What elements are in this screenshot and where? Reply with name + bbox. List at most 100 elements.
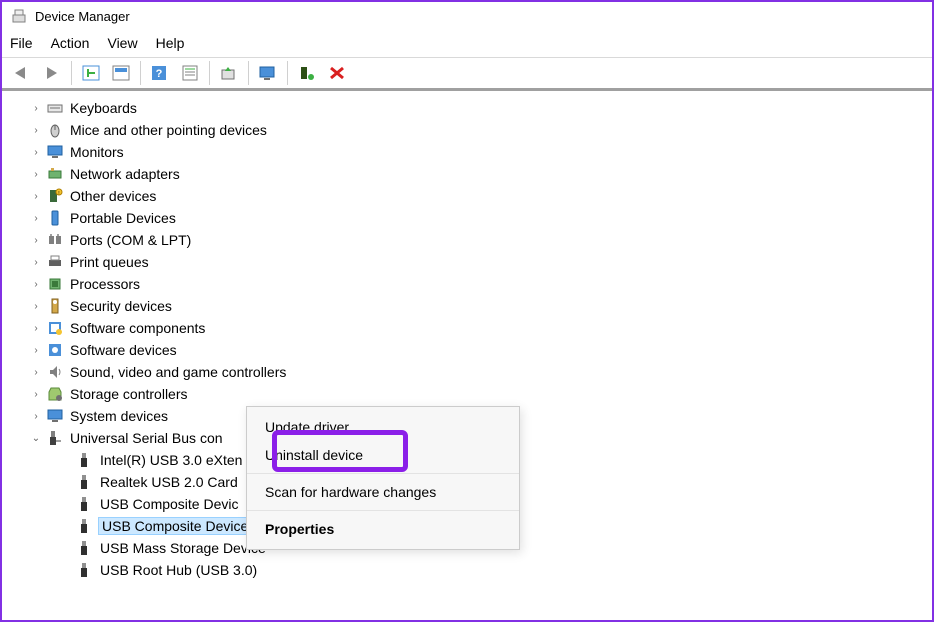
chevron-right-icon[interactable]: › [30, 279, 42, 290]
update-driver-button[interactable] [215, 60, 243, 86]
chevron-right-icon[interactable]: › [30, 169, 42, 180]
tree-category-label: Network adapters [68, 166, 180, 182]
usb-plug-icon [76, 540, 94, 556]
tree-category[interactable]: ›! Other devices [2, 185, 932, 207]
usb-plug-icon [76, 562, 94, 578]
tree-category-label: Portable Devices [68, 210, 176, 226]
scan-button[interactable] [254, 60, 282, 86]
usb-controller-icon [46, 430, 64, 446]
chevron-right-icon[interactable]: › [30, 301, 42, 312]
software-device-icon [46, 342, 64, 358]
tree-category[interactable]: › Software components [2, 317, 932, 339]
action-center-icon [112, 65, 130, 81]
back-arrow-icon [12, 65, 32, 81]
chevron-right-icon[interactable]: › [30, 103, 42, 114]
chevron-right-icon[interactable]: › [30, 411, 42, 422]
tree-category-label: System devices [68, 408, 168, 424]
menu-file[interactable]: File [10, 35, 33, 51]
tree-category-label: Keyboards [68, 100, 137, 116]
usb-plug-icon [76, 518, 94, 534]
tree-category[interactable]: › Storage controllers [2, 383, 932, 405]
help-button[interactable]: ? [146, 60, 174, 86]
tree-category[interactable]: ›Monitors [2, 141, 932, 163]
svg-text:!: ! [58, 191, 59, 197]
chevron-right-icon[interactable]: › [30, 367, 42, 378]
ports-icon [46, 232, 64, 248]
tree-category-label: Storage controllers [68, 386, 188, 402]
forward-button[interactable] [38, 60, 66, 86]
tree-category[interactable]: › Keyboards [2, 97, 932, 119]
chevron-right-icon[interactable]: › [30, 125, 42, 136]
tree-category[interactable]: › Sound, video and game controllers [2, 361, 932, 383]
toolbar-separator [140, 61, 141, 85]
tree-category-label: Mice and other pointing devices [68, 122, 267, 138]
chevron-right-icon[interactable]: › [30, 191, 42, 202]
back-button[interactable] [8, 60, 36, 86]
tree-category[interactable]: ›Ports (COM & LPT) [2, 229, 932, 251]
chevron-right-icon[interactable]: › [30, 147, 42, 158]
keyboard-icon [46, 100, 64, 116]
network-adapter-icon [46, 166, 64, 182]
window-title: Device Manager [35, 9, 130, 24]
context-properties[interactable]: Properties [247, 515, 519, 543]
tree-device-label: USB Root Hub (USB 3.0) [98, 562, 257, 578]
action-center-button[interactable] [107, 60, 135, 86]
chevron-right-icon[interactable]: › [30, 257, 42, 268]
uninstall-button[interactable] [323, 60, 351, 86]
show-hidden-button[interactable] [77, 60, 105, 86]
scan-monitor-icon [259, 65, 277, 81]
software-component-icon [46, 320, 64, 336]
system-device-icon [46, 408, 64, 424]
usb-plug-icon [76, 496, 94, 512]
tree-category[interactable]: ›Processors [2, 273, 932, 295]
show-hidden-icon [82, 65, 100, 81]
forward-arrow-icon [42, 65, 62, 81]
menu-help[interactable]: Help [156, 35, 185, 51]
menu-view[interactable]: View [107, 35, 137, 51]
tree-category[interactable]: › Software devices [2, 339, 932, 361]
context-menu: Update driver Uninstall device Scan for … [246, 406, 520, 550]
sound-icon [46, 364, 64, 380]
properties-sheet-icon [181, 65, 199, 81]
tree-category[interactable]: › Portable Devices [2, 207, 932, 229]
add-legacy-icon [298, 65, 316, 81]
tree-category-label: Other devices [68, 188, 156, 204]
chevron-right-icon[interactable]: › [30, 389, 42, 400]
chevron-right-icon[interactable]: › [30, 213, 42, 224]
tree-device-label: Realtek USB 2.0 Card [98, 474, 238, 490]
tree-device-label: Intel(R) USB 3.0 eXten [98, 452, 242, 468]
context-separator [247, 510, 519, 511]
chevron-right-icon[interactable]: › [30, 323, 42, 334]
context-scan-hardware[interactable]: Scan for hardware changes [247, 478, 519, 506]
tree-category[interactable]: › Print queues [2, 251, 932, 273]
storage-icon [46, 386, 64, 402]
toolbar-separator [287, 61, 288, 85]
tree-device-label: USB Composite Devic [98, 496, 239, 512]
chevron-right-icon[interactable]: › [30, 235, 42, 246]
other-device-icon: ! [46, 188, 64, 204]
portable-device-icon [46, 210, 64, 226]
update-driver-icon [220, 65, 238, 81]
monitor-icon [46, 144, 64, 160]
tree-device[interactable]: USB Root Hub (USB 3.0) [2, 559, 932, 581]
tree-category[interactable]: › Network adapters [2, 163, 932, 185]
tree-category-label: Software components [68, 320, 205, 336]
properties-button[interactable] [176, 60, 204, 86]
tree-category-label: Print queues [68, 254, 149, 270]
context-uninstall-device[interactable]: Uninstall device [247, 441, 519, 469]
add-legacy-button[interactable] [293, 60, 321, 86]
svg-text:?: ? [156, 68, 163, 80]
help-icon: ? [151, 65, 169, 81]
printer-icon [46, 254, 64, 270]
tree-category-label: Sound, video and game controllers [68, 364, 286, 380]
tree-category-label: Software devices [68, 342, 177, 358]
usb-plug-icon [76, 474, 94, 490]
tree-category[interactable]: ›Security devices [2, 295, 932, 317]
menu-action[interactable]: Action [51, 35, 90, 51]
chevron-right-icon[interactable]: › [30, 345, 42, 356]
tree-category[interactable]: › Mice and other pointing devices [2, 119, 932, 141]
titlebar: Device Manager [2, 2, 932, 30]
context-update-driver[interactable]: Update driver [247, 413, 519, 441]
chevron-down-icon[interactable]: ⌄ [30, 433, 42, 444]
toolbar-separator [248, 61, 249, 85]
